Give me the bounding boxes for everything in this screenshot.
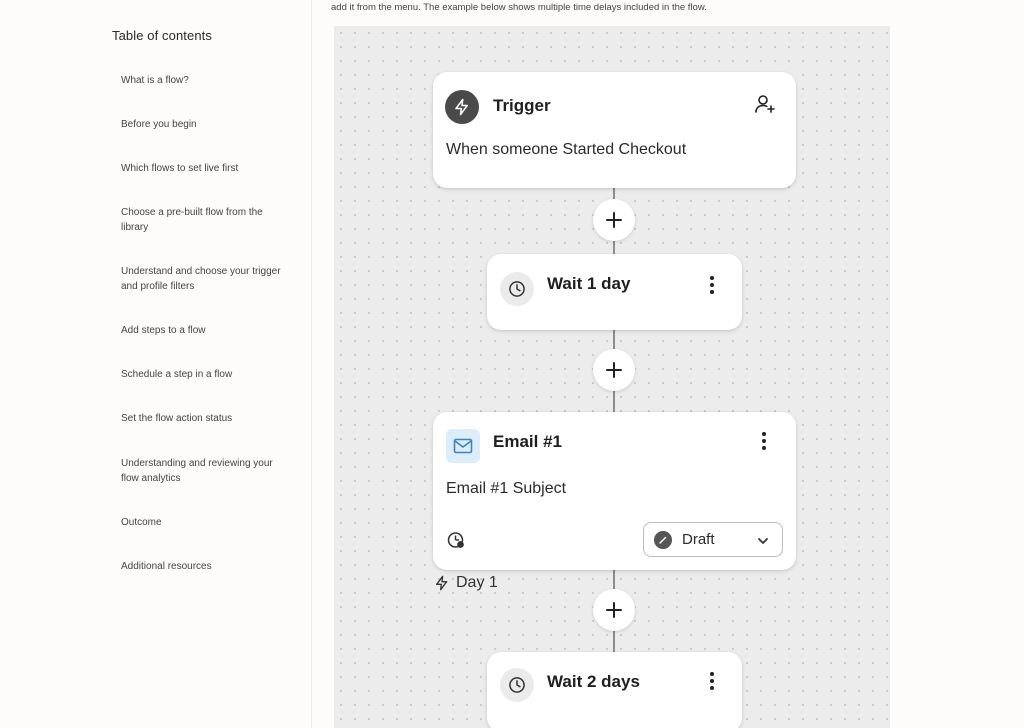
analytics-settings-icon[interactable] — [446, 530, 466, 550]
add-step-button[interactable] — [593, 349, 635, 391]
toc-item-which-flows[interactable]: Which flows to set live first — [121, 161, 291, 176]
wait-1-label: Wait 1 day — [547, 274, 631, 293]
more-options-icon[interactable] — [756, 430, 772, 452]
wait-2-days-card[interactable]: Wait 2 days — [487, 652, 742, 728]
toc-item-additional-resources[interactable]: Additional resources — [121, 559, 291, 574]
email-1-title: Email #1 — [493, 432, 562, 451]
add-step-button[interactable] — [593, 589, 635, 631]
add-step-button[interactable] — [593, 199, 635, 241]
mail-icon — [446, 429, 480, 463]
lightning-icon — [434, 575, 450, 591]
trigger-card[interactable]: Trigger When someone Started Checkout — [433, 72, 796, 188]
email-1-subject: Email #1 Subject — [446, 480, 567, 497]
trigger-title: Trigger — [493, 96, 551, 115]
toc-item-add-steps[interactable]: Add steps to a flow — [121, 323, 291, 338]
toc-item-what-is-a-flow[interactable]: What is a flow? — [121, 73, 291, 88]
toc-item-prebuilt-flow[interactable]: Choose a pre-built flow from the library — [121, 205, 291, 235]
flow-canvas: Trigger When someone Started Checkout Wa… — [334, 26, 890, 728]
more-options-icon[interactable] — [704, 670, 720, 692]
clock-icon — [500, 272, 534, 306]
toc-item-outcome[interactable]: Outcome — [121, 515, 291, 530]
add-user-icon[interactable] — [753, 92, 777, 116]
day-marker-label: Day 1 — [456, 574, 498, 591]
draft-status-icon — [654, 530, 672, 549]
wait-1-day-card[interactable]: Wait 1 day — [487, 254, 742, 330]
chevron-down-icon — [756, 534, 770, 548]
trigger-description: When someone Started Checkout — [446, 141, 687, 158]
wait-2-label: Wait 2 days — [547, 672, 640, 691]
more-options-icon[interactable] — [704, 274, 720, 296]
status-dropdown[interactable]: Draft — [643, 522, 783, 557]
day-marker: Day 1 — [434, 574, 498, 592]
clock-icon — [500, 668, 534, 702]
toc-item-trigger-filters[interactable]: Understand and choose your trigger and p… — [121, 264, 291, 294]
toc-item-flow-analytics[interactable]: Understanding and reviewing your flow an… — [121, 456, 291, 486]
toc-item-schedule-step[interactable]: Schedule a step in a flow — [121, 367, 291, 382]
toc-item-before-you-begin[interactable]: Before you begin — [121, 117, 291, 132]
intro-text: add it from the menu. The example below … — [331, 2, 707, 13]
sidebar: Table of contents What is a flow? Before… — [0, 0, 312, 728]
lightning-icon — [445, 90, 479, 124]
toc-title: Table of contents — [112, 28, 212, 43]
toc-item-action-status[interactable]: Set the flow action status — [121, 411, 291, 426]
status-label: Draft — [682, 531, 715, 548]
